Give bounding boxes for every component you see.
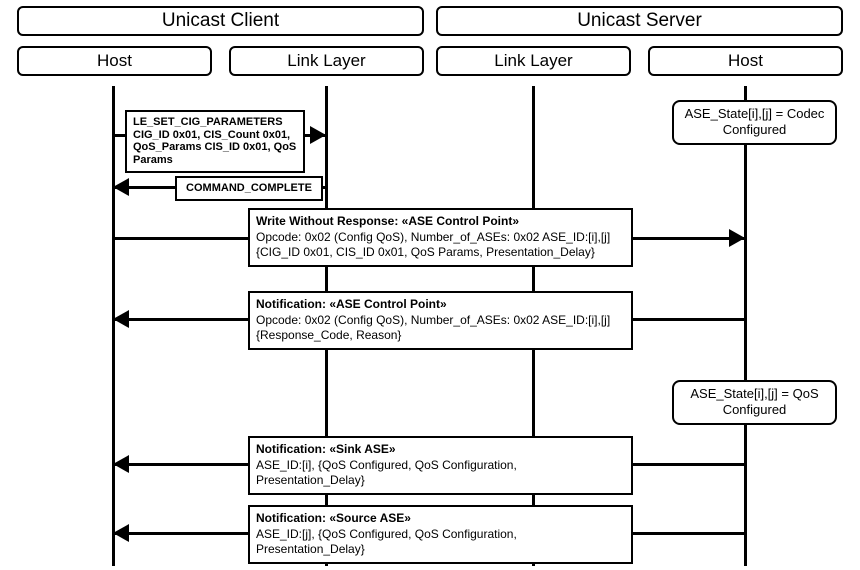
msg-write-body: Opcode: 0x02 (Config QoS), Number_of_ASE…: [256, 230, 625, 261]
msg-command-complete: COMMAND_COMPLETE: [175, 176, 323, 201]
state-codec-configured-text: ASE_State[i],[j] = Codec Configured: [685, 106, 825, 137]
msg-notif-sink-title: Notification: «Sink ASE»: [256, 442, 625, 458]
msg-notif-source-ase: Notification: «Source ASE» ASE_ID:[j], {…: [248, 505, 633, 564]
msg-notif-cp-title: Notification: «ASE Control Point»: [256, 297, 625, 313]
header-client-host-label: Host: [97, 51, 132, 71]
sequence-diagram: Unicast Client Unicast Server Host Link …: [0, 0, 860, 570]
header-server-linklayer: Link Layer: [436, 46, 631, 76]
state-codec-configured: ASE_State[i],[j] = Codec Configured: [672, 100, 837, 145]
header-server-host-label: Host: [728, 51, 763, 71]
header-client-host: Host: [17, 46, 212, 76]
msg-notif-src-title: Notification: «Source ASE»: [256, 511, 625, 527]
header-unicast-server: Unicast Server: [436, 6, 843, 36]
msg-notif-control-point: Notification: «ASE Control Point» Opcode…: [248, 291, 633, 350]
msg-cig-params-text: LE_SET_CIG_PARAMETERS CIG_ID 0x01, CIS_C…: [133, 116, 296, 166]
state-qos-configured: ASE_State[i],[j] = QoS Configured: [672, 380, 837, 425]
msg-notif-cp-body: Opcode: 0x02 (Config QoS), Number_of_ASE…: [256, 313, 625, 344]
header-client-linklayer: Link Layer: [229, 46, 424, 76]
header-unicast-server-label: Unicast Server: [577, 10, 702, 32]
msg-notif-src-body: ASE_ID:[j], {QoS Configured, QoS Configu…: [256, 527, 625, 558]
header-server-host: Host: [648, 46, 843, 76]
header-unicast-client-label: Unicast Client: [162, 10, 279, 32]
lifeline-server-host: [744, 86, 747, 566]
msg-cig-params: LE_SET_CIG_PARAMETERS CIG_ID 0x01, CIS_C…: [125, 110, 305, 173]
msg-command-complete-text: COMMAND_COMPLETE: [186, 182, 312, 194]
header-client-linklayer-label: Link Layer: [287, 51, 365, 71]
msg-notif-sink-ase: Notification: «Sink ASE» ASE_ID:[i], {Qo…: [248, 436, 633, 495]
header-unicast-client: Unicast Client: [17, 6, 424, 36]
header-server-linklayer-label: Link Layer: [494, 51, 572, 71]
msg-notif-sink-body: ASE_ID:[i], {QoS Configured, QoS Configu…: [256, 458, 625, 489]
msg-write-title: Write Without Response: «ASE Control Poi…: [256, 214, 625, 230]
state-qos-configured-text: ASE_State[i],[j] = QoS Configured: [690, 386, 818, 417]
msg-write-without-response: Write Without Response: «ASE Control Poi…: [248, 208, 633, 267]
